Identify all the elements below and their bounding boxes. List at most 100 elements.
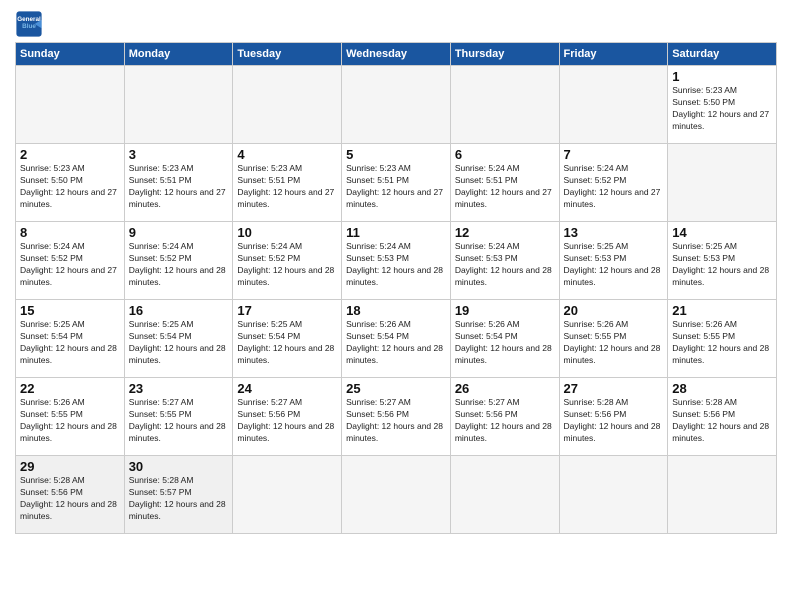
weekday-header: Thursday <box>450 43 559 66</box>
empty-cell <box>342 66 451 144</box>
day-number: 27 <box>564 381 664 396</box>
weekday-header: Tuesday <box>233 43 342 66</box>
calendar-week-2: 2 Sunrise: 5:23 AMSunset: 5:50 PMDayligh… <box>16 144 777 222</box>
day-number: 17 <box>237 303 337 318</box>
calendar-table: SundayMondayTuesdayWednesdayThursdayFrid… <box>15 42 777 534</box>
day-info: Sunrise: 5:25 AMSunset: 5:53 PMDaylight:… <box>672 241 772 289</box>
calendar-week-4: 15 Sunrise: 5:25 AMSunset: 5:54 PMDaylig… <box>16 300 777 378</box>
calendar-day: 10 Sunrise: 5:24 AMSunset: 5:52 PMDaylig… <box>233 222 342 300</box>
day-number: 12 <box>455 225 555 240</box>
calendar-day: 24 Sunrise: 5:27 AMSunset: 5:56 PMDaylig… <box>233 378 342 456</box>
calendar-day: 29 Sunrise: 5:28 AMSunset: 5:56 PMDaylig… <box>16 456 125 534</box>
calendar-day: 18 Sunrise: 5:26 AMSunset: 5:54 PMDaylig… <box>342 300 451 378</box>
calendar-day: 2 Sunrise: 5:23 AMSunset: 5:50 PMDayligh… <box>16 144 125 222</box>
calendar-day: 5 Sunrise: 5:23 AMSunset: 5:51 PMDayligh… <box>342 144 451 222</box>
calendar-day: 22 Sunrise: 5:26 AMSunset: 5:55 PMDaylig… <box>16 378 125 456</box>
day-number: 2 <box>20 147 120 162</box>
day-number: 18 <box>346 303 446 318</box>
weekday-header: Wednesday <box>342 43 451 66</box>
header: General Blue <box>15 10 777 38</box>
calendar-week-5: 22 Sunrise: 5:26 AMSunset: 5:55 PMDaylig… <box>16 378 777 456</box>
day-number: 6 <box>455 147 555 162</box>
calendar-day: 8 Sunrise: 5:24 AMSunset: 5:52 PMDayligh… <box>16 222 125 300</box>
calendar-day: 13 Sunrise: 5:25 AMSunset: 5:53 PMDaylig… <box>559 222 668 300</box>
day-number: 15 <box>20 303 120 318</box>
day-number: 16 <box>129 303 229 318</box>
day-number: 22 <box>20 381 120 396</box>
day-info: Sunrise: 5:27 AMSunset: 5:56 PMDaylight:… <box>455 397 555 445</box>
day-info: Sunrise: 5:23 AMSunset: 5:51 PMDaylight:… <box>129 163 229 211</box>
day-number: 21 <box>672 303 772 318</box>
day-number: 9 <box>129 225 229 240</box>
day-info: Sunrise: 5:26 AMSunset: 5:54 PMDaylight:… <box>346 319 446 367</box>
day-number: 13 <box>564 225 664 240</box>
day-number: 28 <box>672 381 772 396</box>
calendar-day: 27 Sunrise: 5:28 AMSunset: 5:56 PMDaylig… <box>559 378 668 456</box>
day-number: 20 <box>564 303 664 318</box>
day-number: 1 <box>672 69 772 84</box>
day-info: Sunrise: 5:24 AMSunset: 5:52 PMDaylight:… <box>20 241 120 289</box>
day-number: 4 <box>237 147 337 162</box>
calendar-day: 14 Sunrise: 5:25 AMSunset: 5:53 PMDaylig… <box>668 222 777 300</box>
calendar-day: 25 Sunrise: 5:27 AMSunset: 5:56 PMDaylig… <box>342 378 451 456</box>
calendar-day <box>559 456 668 534</box>
day-number: 19 <box>455 303 555 318</box>
day-info: Sunrise: 5:26 AMSunset: 5:55 PMDaylight:… <box>672 319 772 367</box>
calendar-week-6: 29 Sunrise: 5:28 AMSunset: 5:56 PMDaylig… <box>16 456 777 534</box>
day-number: 3 <box>129 147 229 162</box>
weekday-header-row: SundayMondayTuesdayWednesdayThursdayFrid… <box>16 43 777 66</box>
calendar-day: 20 Sunrise: 5:26 AMSunset: 5:55 PMDaylig… <box>559 300 668 378</box>
calendar-day: 16 Sunrise: 5:25 AMSunset: 5:54 PMDaylig… <box>124 300 233 378</box>
day-info: Sunrise: 5:23 AMSunset: 5:50 PMDaylight:… <box>672 85 772 133</box>
empty-cell <box>559 66 668 144</box>
day-info: Sunrise: 5:27 AMSunset: 5:55 PMDaylight:… <box>129 397 229 445</box>
calendar-day: 1 Sunrise: 5:23 AMSunset: 5:50 PMDayligh… <box>668 66 777 144</box>
day-info: Sunrise: 5:28 AMSunset: 5:56 PMDaylight:… <box>672 397 772 445</box>
day-info: Sunrise: 5:25 AMSunset: 5:53 PMDaylight:… <box>564 241 664 289</box>
day-info: Sunrise: 5:23 AMSunset: 5:50 PMDaylight:… <box>20 163 120 211</box>
day-number: 14 <box>672 225 772 240</box>
day-info: Sunrise: 5:28 AMSunset: 5:56 PMDaylight:… <box>20 475 120 523</box>
day-info: Sunrise: 5:25 AMSunset: 5:54 PMDaylight:… <box>237 319 337 367</box>
calendar-day <box>233 456 342 534</box>
calendar-day <box>668 456 777 534</box>
day-info: Sunrise: 5:26 AMSunset: 5:55 PMDaylight:… <box>20 397 120 445</box>
day-info: Sunrise: 5:25 AMSunset: 5:54 PMDaylight:… <box>129 319 229 367</box>
day-info: Sunrise: 5:28 AMSunset: 5:57 PMDaylight:… <box>129 475 229 523</box>
day-info: Sunrise: 5:24 AMSunset: 5:52 PMDaylight:… <box>237 241 337 289</box>
calendar-day: 6 Sunrise: 5:24 AMSunset: 5:51 PMDayligh… <box>450 144 559 222</box>
calendar-day: 15 Sunrise: 5:25 AMSunset: 5:54 PMDaylig… <box>16 300 125 378</box>
calendar-day: 23 Sunrise: 5:27 AMSunset: 5:55 PMDaylig… <box>124 378 233 456</box>
calendar-day: 7 Sunrise: 5:24 AMSunset: 5:52 PMDayligh… <box>559 144 668 222</box>
day-number: 5 <box>346 147 446 162</box>
svg-text:Blue: Blue <box>22 23 36 30</box>
day-info: Sunrise: 5:24 AMSunset: 5:51 PMDaylight:… <box>455 163 555 211</box>
calendar-day: 28 Sunrise: 5:28 AMSunset: 5:56 PMDaylig… <box>668 378 777 456</box>
logo-icon: General Blue <box>15 10 43 38</box>
day-number: 26 <box>455 381 555 396</box>
calendar-day: 17 Sunrise: 5:25 AMSunset: 5:54 PMDaylig… <box>233 300 342 378</box>
weekday-header: Saturday <box>668 43 777 66</box>
day-info: Sunrise: 5:23 AMSunset: 5:51 PMDaylight:… <box>346 163 446 211</box>
day-number: 23 <box>129 381 229 396</box>
day-info: Sunrise: 5:26 AMSunset: 5:54 PMDaylight:… <box>455 319 555 367</box>
calendar-day: 12 Sunrise: 5:24 AMSunset: 5:53 PMDaylig… <box>450 222 559 300</box>
day-info: Sunrise: 5:23 AMSunset: 5:51 PMDaylight:… <box>237 163 337 211</box>
empty-cell <box>233 66 342 144</box>
calendar-day <box>342 456 451 534</box>
weekday-header: Sunday <box>16 43 125 66</box>
day-info: Sunrise: 5:24 AMSunset: 5:53 PMDaylight:… <box>455 241 555 289</box>
day-number: 10 <box>237 225 337 240</box>
weekday-header: Friday <box>559 43 668 66</box>
empty-cell <box>16 66 125 144</box>
calendar-day: 4 Sunrise: 5:23 AMSunset: 5:51 PMDayligh… <box>233 144 342 222</box>
calendar-day: 26 Sunrise: 5:27 AMSunset: 5:56 PMDaylig… <box>450 378 559 456</box>
calendar-day: 9 Sunrise: 5:24 AMSunset: 5:52 PMDayligh… <box>124 222 233 300</box>
calendar-day: 30 Sunrise: 5:28 AMSunset: 5:57 PMDaylig… <box>124 456 233 534</box>
day-number: 25 <box>346 381 446 396</box>
day-number: 7 <box>564 147 664 162</box>
day-info: Sunrise: 5:24 AMSunset: 5:52 PMDaylight:… <box>564 163 664 211</box>
day-number: 29 <box>20 459 120 474</box>
svg-text:General: General <box>17 16 41 23</box>
calendar-week-3: 8 Sunrise: 5:24 AMSunset: 5:52 PMDayligh… <box>16 222 777 300</box>
